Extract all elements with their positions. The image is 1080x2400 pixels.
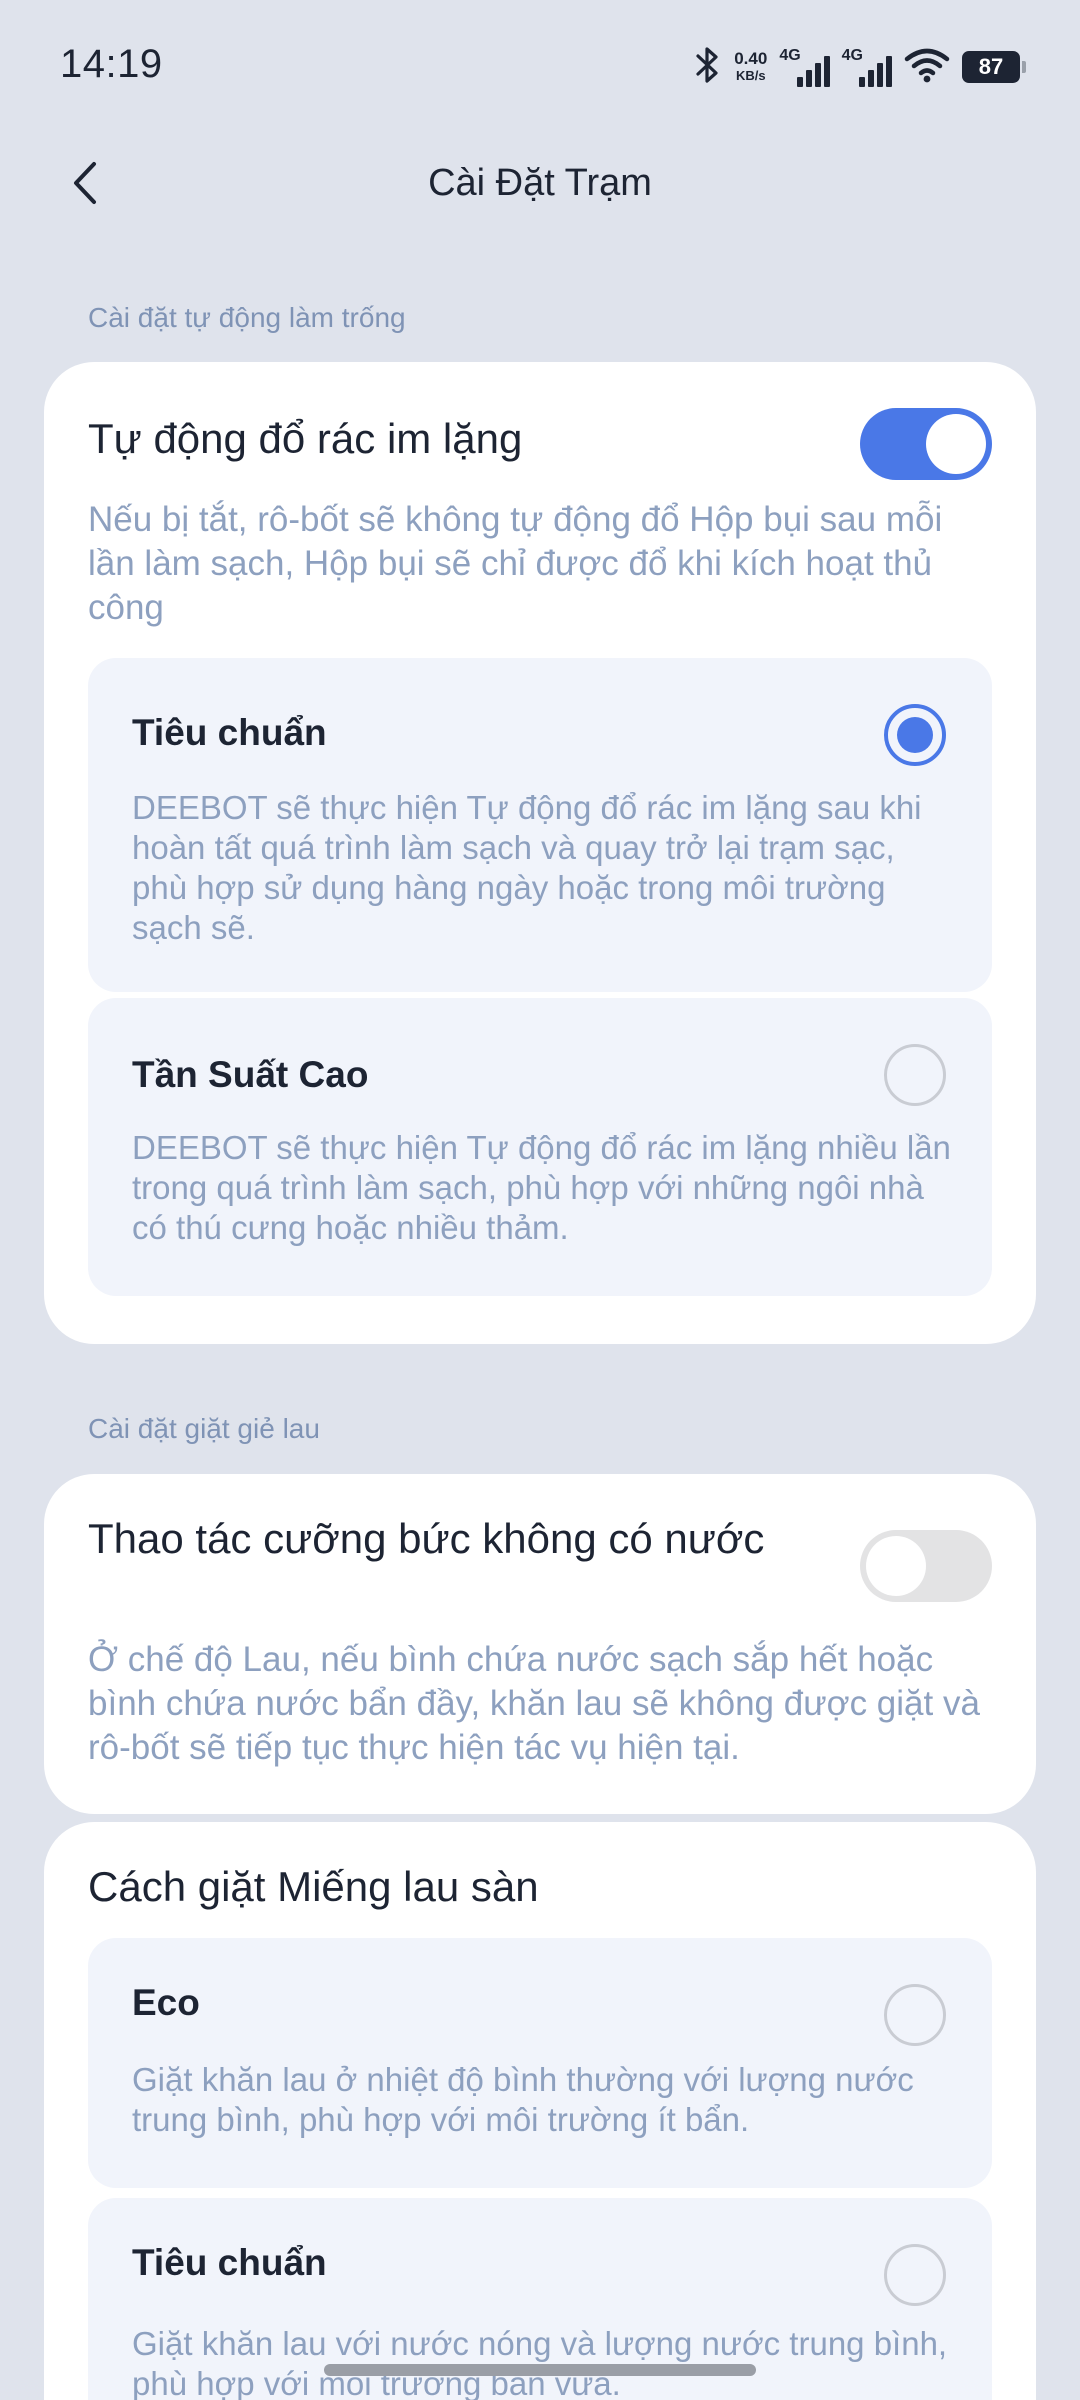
mop-wash-method-card: Cách giặt Miếng lau sàn Eco Giặt khăn la… — [44, 1822, 1036, 2400]
network-speed-value: 0.40 — [734, 49, 768, 68]
option-description: DEEBOT sẽ thực hiện Tự động đổ rác im lặ… — [132, 789, 922, 946]
section-label-auto-empty: Cài đặt tự động làm trống — [88, 302, 406, 333]
option-description: DEEBOT sẽ thực hiện Tự động đổ rác im lặ… — [132, 1129, 951, 1246]
section-label-mop-wash: Cài đặt giặt giẻ lau — [88, 1413, 320, 1444]
silent-auto-empty-toggle[interactable] — [860, 408, 992, 480]
forced-no-water-card: Thao tác cưỡng bức không có nước Ở chế đ… — [44, 1474, 1036, 1814]
silent-auto-empty-description: Nếu bị tắt, rô-bốt sẽ không tự động đổ H… — [88, 500, 943, 627]
toggle-knob — [926, 414, 986, 474]
page-title: Cài Đặt Trạm — [428, 162, 652, 204]
wifi-icon — [904, 47, 950, 88]
status-time: 14:19 — [60, 42, 163, 86]
auto-empty-card: Tự động đổ rác im lặng Nếu bị tắt, rô-bố… — [44, 362, 1036, 1344]
silent-auto-empty-title: Tự động đổ rác im lặng — [88, 415, 523, 462]
battery-icon: 87 — [962, 51, 1026, 83]
forced-no-water-title: Thao tác cưỡng bức không có nước — [88, 1515, 765, 1562]
signal-bars-icon — [796, 56, 830, 87]
signal-bars-icon — [859, 56, 892, 87]
option-description: Giặt khăn lau với nước nóng và lượng nướ… — [132, 2325, 948, 2400]
option-standard-empty[interactable]: Tiêu chuẩn DEEBOT sẽ thực hiện Tự động đ… — [88, 658, 992, 992]
option-title: Tần Suất Cao — [132, 1054, 369, 1095]
status-icons: 0.40 KB/s 4G 4G 87 — [692, 44, 1026, 90]
option-title: Eco — [132, 1982, 200, 2023]
radio-standard-empty[interactable] — [884, 704, 946, 766]
status-bar: 14:19 0.40 KB/s 4G 4G 87 — [0, 0, 1080, 130]
bluetooth-icon — [692, 45, 722, 90]
network-speed: 0.40 KB/s — [734, 50, 767, 84]
radio-eco-wash[interactable] — [884, 1984, 946, 2046]
mop-wash-method-title: Cách giặt Miếng lau sàn — [88, 1863, 539, 1910]
cellular-signal-2: 4G — [842, 47, 892, 87]
network-speed-unit: KB/s — [735, 68, 766, 83]
radio-high-frequency-empty[interactable] — [884, 1044, 946, 1106]
option-high-frequency-empty[interactable]: Tần Suất Cao DEEBOT sẽ thực hiện Tự động… — [88, 998, 992, 1296]
option-title: Tiêu chuẩn — [132, 712, 327, 753]
toggle-knob — [866, 1536, 926, 1596]
option-eco-wash[interactable]: Eco Giặt khăn lau ở nhiệt độ bình thường… — [88, 1938, 992, 2188]
radio-standard-wash[interactable] — [884, 2244, 946, 2306]
battery-level: 87 — [978, 54, 1004, 79]
forced-no-water-toggle[interactable] — [860, 1530, 992, 1602]
cellular-signal-1: 4G — [779, 47, 830, 87]
home-indicator[interactable] — [324, 2364, 756, 2376]
forced-no-water-description: Ở chế độ Lau, nếu bình chứa nước sạch sắ… — [88, 1640, 980, 1767]
option-description: Giặt khăn lau ở nhiệt độ bình thường với… — [132, 2061, 914, 2138]
station-settings-screen: 14:19 0.40 KB/s 4G 4G 87 Cài Đặt Trạm Cà… — [0, 0, 1080, 2400]
header: Cài Đặt Trạm — [0, 140, 1080, 230]
option-title: Tiêu chuẩn — [132, 2242, 327, 2283]
